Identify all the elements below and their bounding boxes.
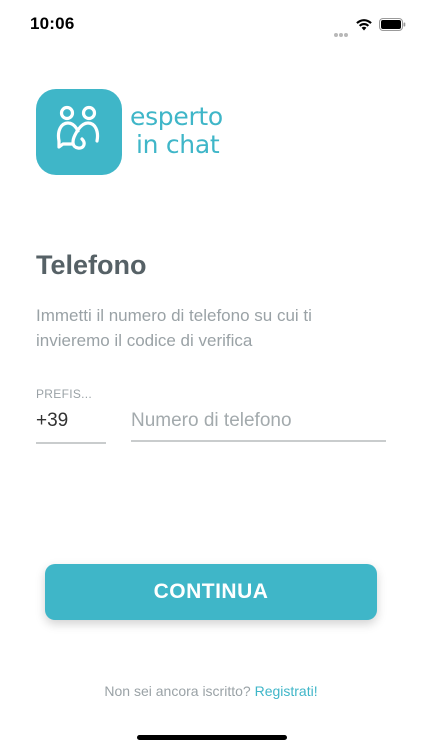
page-description: Immetti il numero di telefono su cui ti … bbox=[36, 306, 312, 350]
app-logo: esperto in chat bbox=[36, 89, 236, 175]
prefix-underline bbox=[36, 442, 106, 444]
page-title: Telefono bbox=[36, 250, 147, 280]
logo-wordmark: esperto in chat bbox=[130, 103, 223, 159]
continue-button[interactable]: CONTINUA bbox=[45, 564, 377, 620]
wifi-icon bbox=[356, 19, 372, 31]
signup-link[interactable]: Registrati! bbox=[255, 683, 318, 699]
prefix-field[interactable]: PREFIS... +39 bbox=[36, 387, 106, 444]
status-bar: 10:06 bbox=[0, 0, 422, 50]
status-time: 10:06 bbox=[30, 14, 75, 33]
logo-tile bbox=[36, 89, 122, 175]
logo-line-1: esperto bbox=[130, 102, 223, 131]
phone-field[interactable] bbox=[131, 406, 386, 442]
home-indicator[interactable] bbox=[137, 735, 287, 740]
chat-people-icon bbox=[56, 105, 100, 150]
battery-icon bbox=[379, 18, 406, 31]
logo-line-2: in chat bbox=[136, 130, 220, 159]
prefix-value[interactable]: +39 bbox=[36, 410, 106, 440]
phone-number-input[interactable] bbox=[131, 406, 386, 436]
signup-row: Non sei ancora iscritto? Registrati! bbox=[0, 683, 422, 699]
cellular-signal-icon bbox=[334, 24, 352, 37]
signup-text: Non sei ancora iscritto? bbox=[104, 683, 255, 699]
prefix-label: PREFIS... bbox=[36, 387, 93, 401]
phone-underline bbox=[131, 440, 386, 442]
